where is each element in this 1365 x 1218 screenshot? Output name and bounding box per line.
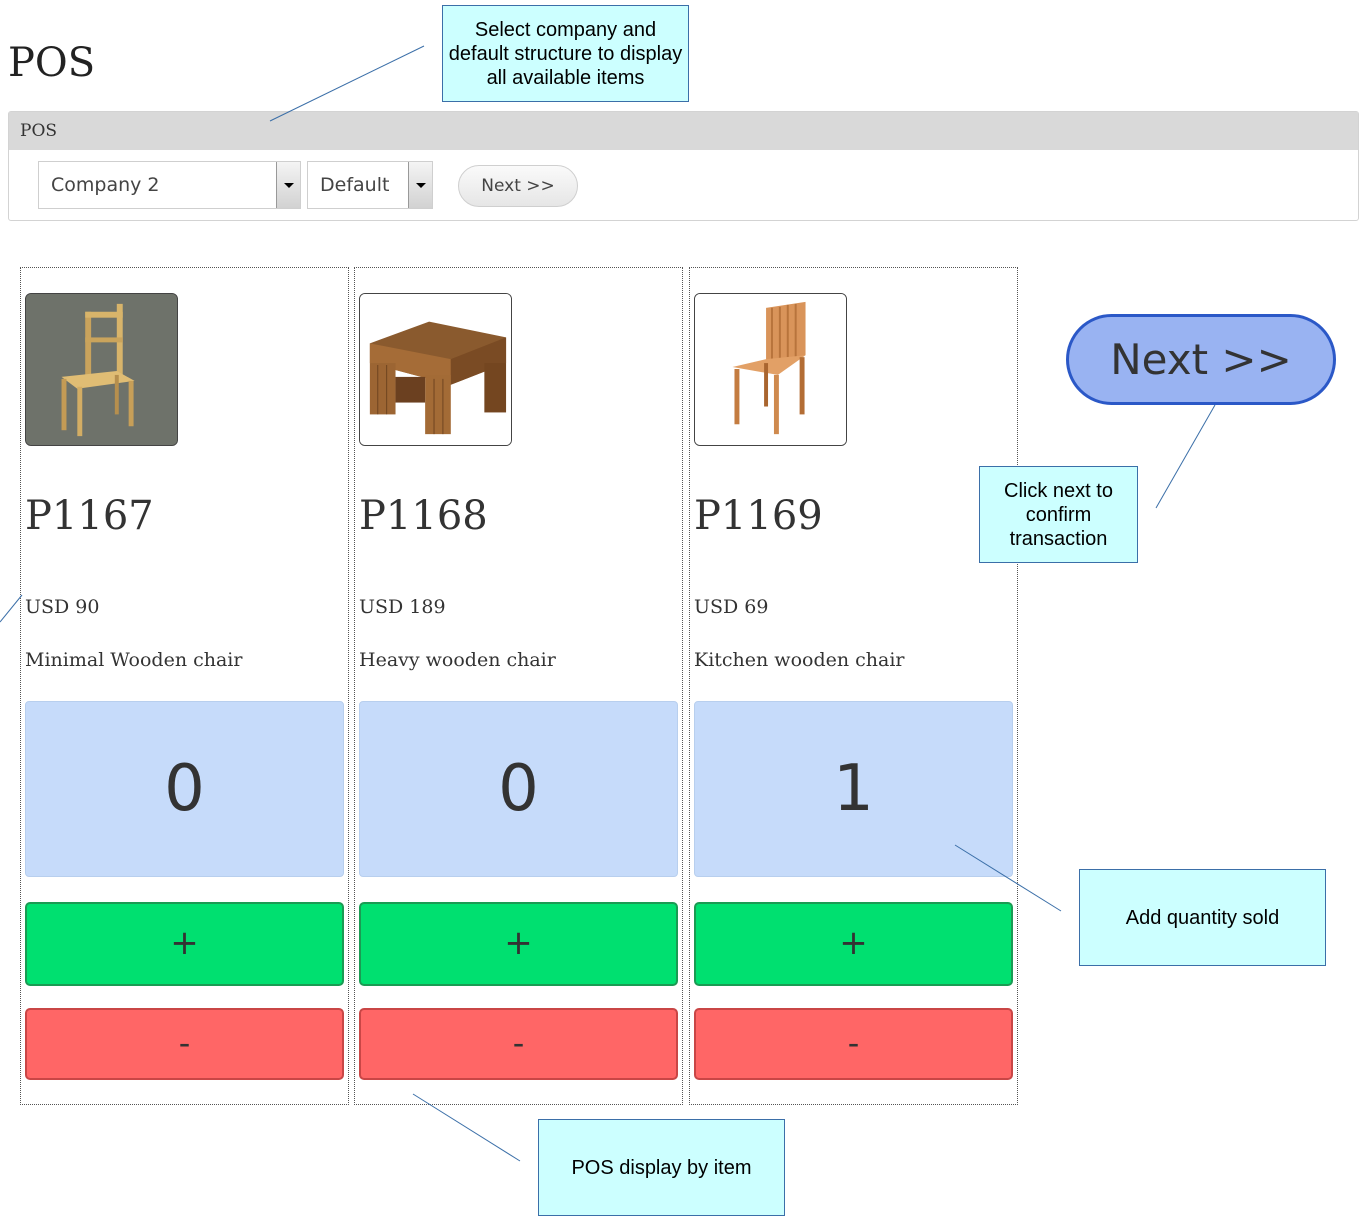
- increase-quantity-button[interactable]: +: [25, 902, 344, 986]
- decrease-quantity-button[interactable]: -: [359, 1008, 678, 1080]
- structure-select[interactable]: Default: [307, 161, 433, 209]
- chevron-down-icon[interactable]: [276, 162, 300, 208]
- item-price: USD 189: [359, 596, 446, 618]
- connector-line: [269, 45, 425, 122]
- callout-click-next-text: Click next to confirm transaction: [1004, 479, 1113, 550]
- company-select[interactable]: Company 2: [38, 161, 301, 209]
- item-description: Heavy wooden chair: [359, 649, 556, 671]
- panel-header: POS: [9, 112, 1358, 150]
- quantity-display: 1: [694, 701, 1013, 877]
- kitchen-chair-image: [695, 294, 846, 445]
- increase-quantity-button[interactable]: +: [694, 902, 1013, 986]
- item-code: P1167: [25, 493, 154, 539]
- decrease-quantity-button[interactable]: -: [25, 1008, 344, 1080]
- decrease-quantity-button[interactable]: -: [694, 1008, 1013, 1080]
- callout-pos-display: POS display by item: [538, 1119, 785, 1216]
- product-image: [694, 293, 847, 446]
- item-description: Minimal Wooden chair: [25, 649, 243, 671]
- item-description: Kitchen wooden chair: [694, 649, 905, 671]
- callout-select-company-text: Select company and default structure to …: [448, 18, 683, 89]
- callout-add-quantity: Add quantity sold: [1079, 869, 1326, 966]
- increase-quantity-button[interactable]: +: [359, 902, 678, 986]
- company-select-value: Company 2: [51, 174, 160, 196]
- item-card: P1169 USD 69 Kitchen wooden chair 1 + -: [689, 267, 1018, 1105]
- item-code: P1168: [359, 493, 488, 539]
- connector-line: [1155, 404, 1216, 509]
- quantity-display: 0: [359, 701, 678, 877]
- item-price: USD 69: [694, 596, 769, 618]
- heavy-chair-image: [360, 294, 511, 445]
- page-title: POS: [8, 40, 96, 86]
- quantity-display: 0: [25, 701, 344, 877]
- item-code: P1169: [694, 493, 823, 539]
- product-image: [359, 293, 512, 446]
- connector-line: [0, 594, 23, 623]
- callout-pos-display-text: POS display by item: [571, 1156, 752, 1179]
- minimal-chair-image: [26, 294, 177, 445]
- chevron-down-icon[interactable]: [408, 162, 432, 208]
- callout-add-quantity-text: Add quantity sold: [1125, 906, 1280, 929]
- callout-select-company: Select company and default structure to …: [442, 5, 689, 102]
- callout-click-next: Click next to confirm transaction: [979, 466, 1138, 563]
- item-card: P1167 USD 90 Minimal Wooden chair 0 + -: [20, 267, 349, 1105]
- structure-select-value: Default: [320, 174, 390, 196]
- next-button[interactable]: Next >>: [458, 165, 578, 207]
- confirm-next-button[interactable]: Next >>: [1066, 314, 1336, 405]
- product-image: [25, 293, 178, 446]
- item-price: USD 90: [25, 596, 100, 618]
- item-card: P1168 USD 189 Heavy wooden chair 0 + -: [354, 267, 683, 1105]
